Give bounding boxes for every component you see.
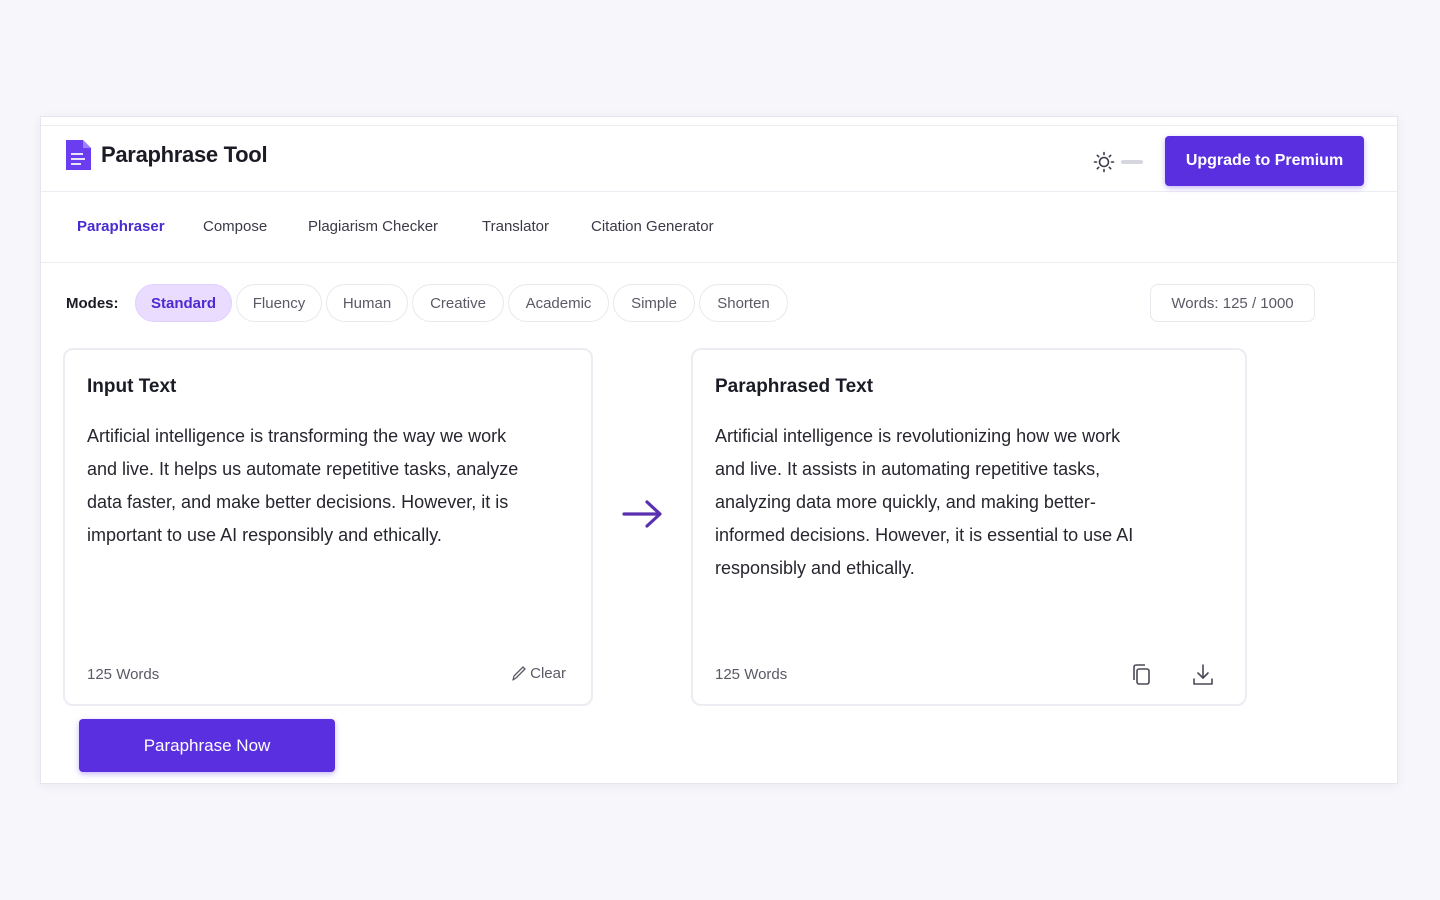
input-panel: Input Text Artificial intelligence is tr… xyxy=(63,348,593,706)
modes-label: Modes: xyxy=(66,295,119,312)
toggle-track xyxy=(1121,160,1143,164)
nav-item-paraphraser[interactable]: Paraphraser xyxy=(77,218,165,235)
nav-item-citation-generator[interactable]: Citation Generator xyxy=(591,218,714,235)
input-text-area[interactable]: Artificial intelligence is transforming … xyxy=(87,420,527,552)
mode-chip-human[interactable]: Human xyxy=(326,284,408,322)
app-title: Paraphrase Tool xyxy=(101,142,268,167)
arrow-right-icon xyxy=(622,500,662,528)
output-panel-title: Paraphrased Text xyxy=(715,376,874,397)
output-panel: Paraphrased Text Artificial intelligence… xyxy=(691,348,1247,706)
paraphrase-now-button[interactable]: Paraphrase Now xyxy=(79,719,335,772)
clear-label: Clear xyxy=(530,664,566,682)
document-logo-icon xyxy=(66,140,91,170)
output-word-count: 125 Words xyxy=(715,666,788,683)
nav-item-plagiarism-checker[interactable]: Plagiarism Checker xyxy=(308,218,438,235)
nav-item-translator[interactable]: Translator xyxy=(482,218,549,235)
mode-chip-standard[interactable]: Standard xyxy=(135,284,232,322)
mode-chip-academic[interactable]: Academic xyxy=(508,284,609,322)
header: Paraphrase Tool Upgrade to Premium xyxy=(41,126,1397,192)
theme-toggle[interactable] xyxy=(1093,150,1153,174)
input-panel-title: Input Text xyxy=(87,376,177,397)
output-text-area: Artificial intelligence is revolutionizi… xyxy=(715,426,1134,578)
mode-chip-creative[interactable]: Creative xyxy=(412,284,504,322)
mode-chip-simple[interactable]: Simple xyxy=(613,284,695,322)
word-limit-indicator: Words: 125 / 1000 xyxy=(1150,284,1315,322)
nav-item-compose[interactable]: Compose xyxy=(203,218,267,235)
mode-chip-shorten[interactable]: Shorten xyxy=(699,284,788,322)
copy-icon[interactable] xyxy=(1129,662,1155,688)
upgrade-button[interactable]: Upgrade to Premium xyxy=(1165,136,1364,186)
pencil-icon xyxy=(512,666,526,681)
input-word-count: 125 Words xyxy=(87,666,160,683)
main-nav: Paraphraser Compose Plagiarism Checker T… xyxy=(41,193,1397,263)
mode-chip-fluency[interactable]: Fluency xyxy=(236,284,322,322)
app-window: Paraphrase Tool Upgrade to Premium Parap… xyxy=(40,116,1398,784)
download-icon[interactable] xyxy=(1190,662,1216,688)
clear-button[interactable]: Clear xyxy=(511,664,566,682)
sun-icon xyxy=(1093,151,1115,173)
